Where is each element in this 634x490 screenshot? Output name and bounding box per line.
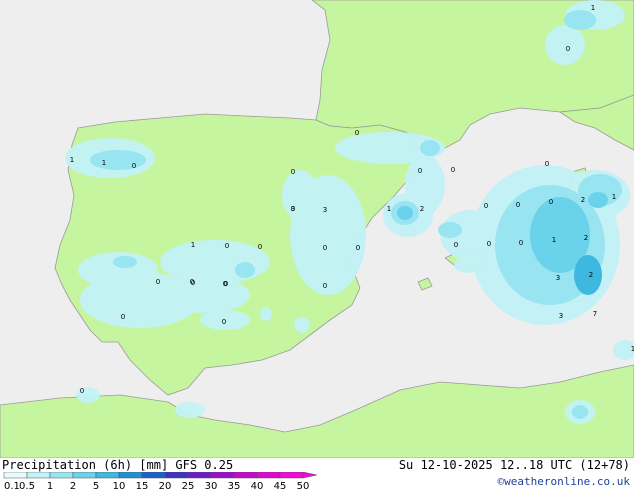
precip-value-label: 2 [589, 271, 593, 279]
legend-tick-label: 20 [159, 481, 172, 490]
color-scale-legend: 0.1 0.5 1 2 5 10 15 20 25 30 35 40 45 50 [3, 472, 318, 490]
precip-value-label: 0 [454, 241, 458, 249]
legend-tick-label: 10 [113, 481, 126, 490]
precip-value-label: 2 [420, 205, 424, 213]
precip-value-label: 1 [387, 205, 391, 213]
legend-overflow-arrow [302, 472, 318, 479]
precip-value-label: 0 [516, 201, 520, 209]
precip-value-label: 0 [355, 129, 359, 137]
legend-tick-label: 0.5 [19, 481, 35, 490]
precip-value-label: 0 [291, 168, 295, 176]
precip-value-label: 0 [121, 313, 125, 321]
legend-swatch [72, 472, 97, 479]
legend-tick-label: 15 [136, 481, 149, 490]
precip-value-label: 0 [132, 162, 136, 170]
precip-value-label: 1 [191, 241, 195, 249]
legend-swatch [187, 472, 212, 479]
precip-value-label: 0 [258, 243, 262, 251]
precip-value-label: 0 [451, 166, 455, 174]
precip-value-label: 0 [323, 282, 327, 290]
precip-value-label: 2 [584, 234, 588, 242]
precip-value-label: 1 [102, 159, 106, 167]
legend-swatch [49, 472, 74, 479]
precip-value-label: 0 [222, 318, 226, 326]
precip-value-label: 1 [70, 156, 74, 164]
legend-tick-label: 45 [274, 481, 287, 490]
precip-value-label: 0 [545, 160, 549, 168]
legend-tick-label: 35 [228, 481, 241, 490]
legend-tick-label: 0.1 [4, 481, 20, 490]
map-footer: Precipitation (6h) [mm] GFS 0.25 Su 12-1… [0, 458, 634, 490]
precip-value-label: 0 [323, 244, 327, 252]
legend-swatch [210, 472, 235, 479]
precip-value-label: 0 [80, 387, 84, 395]
legend-tick-label: 30 [205, 481, 218, 490]
legend-swatch [26, 472, 51, 479]
legend-swatch [118, 472, 143, 479]
precip-value-label: 3 [556, 274, 560, 282]
precip-value-label: 0 [291, 205, 295, 213]
precip-value-label: 3 [323, 206, 327, 214]
precip-value-label: 1 [612, 193, 616, 201]
legend-tick-label: 40 [251, 481, 264, 490]
map-title: Precipitation (6h) [mm] GFS 0.25 [2, 458, 234, 472]
legend-tick-label: 25 [182, 481, 195, 490]
precip-value-label: 0 [225, 242, 229, 250]
precip-value-label: 0 [549, 198, 553, 206]
precip-value-label: 0 [487, 240, 491, 248]
precip-value-label: 0 [566, 45, 570, 53]
legend-swatch [256, 472, 281, 479]
precipitation-map: 1001 1 00 0 001 2 0 0 0 2 13 30 0 0 1 23 23 711 0 0 0 00 00 000… [0, 0, 634, 458]
precip-value-label: 0 [418, 167, 422, 175]
legend-swatch [95, 472, 120, 479]
precip-value-label: 0 [356, 244, 360, 252]
precip-value-label: 7 [593, 310, 597, 318]
precip-value-label: 1 [591, 4, 595, 12]
precip-value-label: 0 [519, 239, 523, 247]
legend-swatch [279, 472, 304, 479]
precip-value-label: 0 [156, 278, 160, 286]
legend-swatch [3, 472, 28, 479]
legend-tick-label: 5 [93, 481, 99, 490]
precip-value-label: 1 [552, 236, 556, 244]
legend-swatch [141, 472, 166, 479]
precip-value-label: 0 [224, 280, 228, 288]
validity-time: Su 12-10-2025 12..18 UTC (12+78) [398, 458, 630, 472]
precip-value-label: 3 [559, 312, 563, 320]
legend-tick-label: 1 [47, 481, 53, 490]
credit-link[interactable]: ©weatheronline.co.uk [498, 475, 630, 489]
legend-swatch [233, 472, 258, 479]
legend-tick-label: 2 [70, 481, 76, 490]
precip-value-label: 0 [484, 202, 488, 210]
legend-tick-label: 50 [297, 481, 310, 490]
legend-swatch [164, 472, 189, 479]
precip-value-label: 2 [581, 196, 585, 204]
precip-value-label: 0 [190, 278, 194, 286]
